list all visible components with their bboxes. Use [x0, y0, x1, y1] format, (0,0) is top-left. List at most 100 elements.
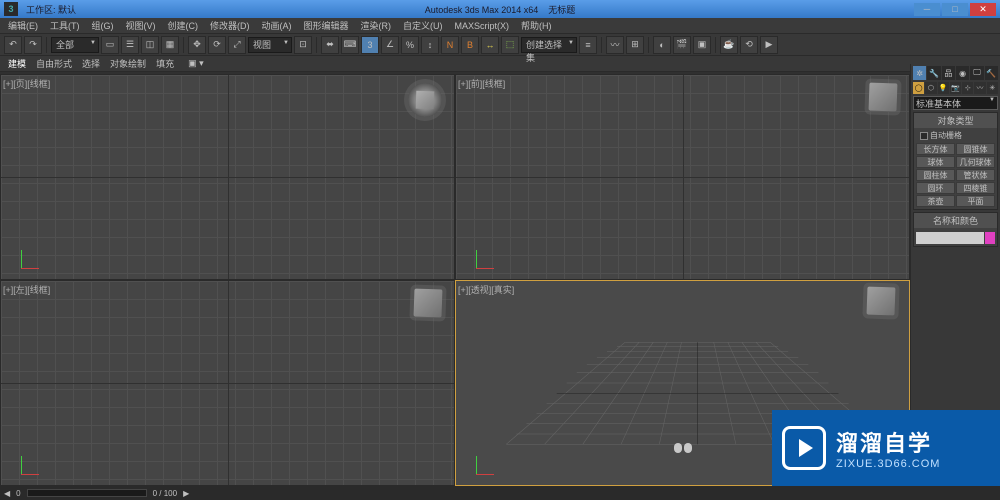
menu-views[interactable]: 视图(V) — [120, 19, 162, 32]
object-pyramid[interactable]: 四棱锥 — [956, 182, 995, 194]
window-crossing-button[interactable]: ▦ — [161, 36, 179, 54]
menu-create[interactable]: 创建(C) — [162, 19, 205, 32]
material-editor-button[interactable]: B — [461, 36, 479, 54]
select-by-name-button[interactable]: ☰ — [121, 36, 139, 54]
menu-modifiers[interactable]: 修改器(D) — [204, 19, 256, 32]
shapes-subtab[interactable]: ⬡ — [925, 82, 936, 94]
schematic-view-button[interactable]: ⊞ — [626, 36, 644, 54]
menu-tools[interactable]: 工具(T) — [44, 19, 86, 32]
named-selection-dropdown[interactable]: 创建选择集 — [521, 37, 577, 53]
layer-manager-button[interactable]: ≡ — [579, 36, 597, 54]
object-box[interactable]: 长方体 — [916, 143, 955, 155]
timeline-track[interactable] — [27, 489, 147, 497]
object-teapot[interactable]: 茶壶 — [916, 195, 955, 207]
menu-help[interactable]: 帮助(H) — [515, 19, 558, 32]
material-editor2-button[interactable]: ◐ — [653, 36, 671, 54]
app-title: Autodesk 3ds Max 2014 x64 — [425, 5, 539, 15]
timeline-frame: 0 — [16, 489, 20, 498]
align-button[interactable]: ⬚ — [501, 36, 519, 54]
redo-button[interactable]: ↷ — [24, 36, 42, 54]
main-toolbar: ↶ ↷ 全部 ▭ ☰ ◫ ▦ ✥ ⟳ ⤢ 视图 ⊡ ⬌ ⌨ 3 ∠ % ↕ N … — [0, 34, 1000, 56]
undo-button[interactable]: ↶ — [4, 36, 22, 54]
menu-rendering[interactable]: 渲染(R) — [355, 19, 398, 32]
selection-filter-dropdown[interactable]: 全部 — [51, 37, 99, 53]
curve-editor-button[interactable]: 〰 — [606, 36, 624, 54]
object-torus[interactable]: 圆环 — [916, 182, 955, 194]
viewport-left[interactable]: [+][左][线框] — [1, 281, 454, 485]
viewcube-left[interactable] — [414, 289, 443, 318]
viewcube-persp[interactable] — [867, 287, 896, 316]
tab-modeling[interactable]: 建模 — [8, 57, 26, 70]
timeline-next-button[interactable]: ▶ — [183, 489, 189, 498]
create-tab[interactable]: ✲ — [913, 66, 926, 80]
object-name-input[interactable] — [916, 232, 984, 244]
utilities-tab[interactable]: 🔨 — [985, 66, 998, 80]
object-plane[interactable]: 平面 — [956, 195, 995, 207]
object-sphere[interactable]: 球体 — [916, 156, 955, 168]
tab-populate[interactable]: 填充 — [156, 57, 174, 70]
viewport-top-label[interactable]: [+][页][线框] — [3, 77, 50, 90]
angle-snap-button[interactable]: ∠ — [381, 36, 399, 54]
timeline-play-button[interactable]: ◀ — [4, 489, 10, 498]
menu-graph-editors[interactable]: 图形编辑器 — [298, 19, 355, 32]
spinner-snap-button[interactable]: ↕ — [421, 36, 439, 54]
select-region-button[interactable]: ◫ — [141, 36, 159, 54]
edit-named-selection-button[interactable]: N — [441, 36, 459, 54]
modify-tab[interactable]: 🔧 — [927, 66, 940, 80]
app-icon[interactable]: 3 — [4, 2, 18, 16]
steering-wheel[interactable] — [673, 443, 693, 455]
viewport-front-label[interactable]: [+][前][线框] — [458, 77, 505, 90]
snap-toggle-button[interactable]: 3 — [361, 36, 379, 54]
menu-bar: 编辑(E) 工具(T) 组(G) 视图(V) 创建(C) 修改器(D) 动画(A… — [0, 18, 1000, 34]
viewport-front[interactable]: [+][前][线框] — [456, 75, 909, 279]
geometry-subtab[interactable]: ◯ — [913, 82, 924, 94]
pivot-button[interactable]: ⊡ — [294, 36, 312, 54]
viewcube-front[interactable] — [869, 83, 898, 112]
menu-customize[interactable]: 自定义(U) — [397, 19, 449, 32]
rollout-header-object-type[interactable]: 对象类型 — [914, 113, 997, 128]
viewport-top[interactable]: [+][页][线框] — [1, 75, 454, 279]
lights-subtab[interactable]: 💡 — [938, 82, 949, 94]
tab-object-paint[interactable]: 对象绘制 — [110, 57, 146, 70]
close-button[interactable]: ✕ — [970, 3, 996, 16]
viewport-left-label[interactable]: [+][左][线框] — [3, 283, 50, 296]
display-tab[interactable]: 🖵 — [970, 66, 983, 80]
object-tube[interactable]: 管状体 — [956, 169, 995, 181]
object-color-swatch[interactable] — [985, 232, 995, 244]
select-scale-button[interactable]: ⤢ — [228, 36, 246, 54]
select-object-button[interactable]: ▭ — [101, 36, 119, 54]
object-geosphere[interactable]: 几何球体 — [956, 156, 995, 168]
render-iterative-button[interactable]: ⟲ — [740, 36, 758, 54]
select-move-button[interactable]: ✥ — [188, 36, 206, 54]
minimize-button[interactable]: ─ — [914, 3, 940, 16]
render-production-button[interactable]: ☕ — [720, 36, 738, 54]
menu-maxscript[interactable]: MAXScript(X) — [449, 21, 516, 31]
mirror-button[interactable]: ↔ — [481, 36, 499, 54]
menu-animation[interactable]: 动画(A) — [256, 19, 298, 32]
space-warps-subtab[interactable]: 〰 — [974, 82, 985, 94]
primitive-category-dropdown[interactable]: 标准基本体 — [913, 96, 998, 110]
object-cone[interactable]: 圆锥体 — [956, 143, 995, 155]
select-rotate-button[interactable]: ⟳ — [208, 36, 226, 54]
tab-selection[interactable]: 选择 — [82, 57, 100, 70]
systems-subtab[interactable]: ✳ — [987, 82, 998, 94]
motion-tab[interactable]: ◉ — [956, 66, 969, 80]
rollout-header-name-color[interactable]: 名称和颜色 — [914, 213, 997, 228]
render-setup-button[interactable]: 🎬 — [673, 36, 691, 54]
keyboard-shortcut-button[interactable]: ⌨ — [341, 36, 359, 54]
menu-group[interactable]: 组(G) — [86, 19, 120, 32]
viewport-persp-label[interactable]: [+][透视][真实] — [458, 283, 514, 296]
rendered-frame-button[interactable]: ▣ — [693, 36, 711, 54]
hierarchy-tab[interactable]: 品 — [942, 66, 955, 80]
percent-snap-button[interactable]: % — [401, 36, 419, 54]
maximize-button[interactable]: □ — [942, 3, 968, 16]
auto-grid-checkbox[interactable] — [920, 132, 928, 140]
select-manipulator-button[interactable]: ⬌ — [321, 36, 339, 54]
cameras-subtab[interactable]: 📷 — [950, 82, 961, 94]
helpers-subtab[interactable]: ⊹ — [962, 82, 973, 94]
object-cylinder[interactable]: 圆柱体 — [916, 169, 955, 181]
tab-freeform[interactable]: 自由形式 — [36, 57, 72, 70]
ref-coord-dropdown[interactable]: 视图 — [248, 37, 292, 53]
quickrender-button[interactable]: ▶ — [760, 36, 778, 54]
menu-edit[interactable]: 编辑(E) — [2, 19, 44, 32]
